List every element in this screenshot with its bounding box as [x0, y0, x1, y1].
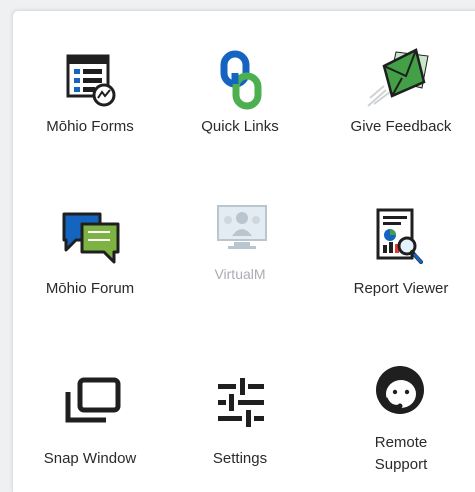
tile-settings[interactable]: Settings [170, 370, 310, 470]
tile-label: VirtualM [214, 266, 266, 282]
tile-label: Give Feedback [350, 118, 452, 135]
tile-mohio-forum[interactable]: Mōhio Forum [20, 204, 160, 304]
give-feedback-icon [367, 48, 429, 107]
tile-label: Remote Support [330, 432, 472, 476]
forum-icon [62, 212, 120, 264]
settings-icon [218, 378, 264, 427]
tile-label: Report Viewer [353, 280, 449, 297]
tile-label: Mōhio Forum [45, 280, 135, 297]
tile-label: Mōhio Forms [46, 118, 134, 135]
tile-quick-links[interactable]: Quick Links [170, 44, 310, 144]
report-viewer-icon [376, 208, 423, 264]
quick-links-icon [220, 50, 262, 110]
tile-report-viewer[interactable]: Report Viewer [330, 204, 472, 304]
tile-label: Quick Links [201, 118, 279, 135]
virtual-meeting-icon [217, 205, 267, 249]
tile-label: Settings [212, 450, 268, 467]
forms-icon [66, 54, 116, 107]
tile-label: Snap Window [43, 450, 137, 467]
tile-label-line-1: Remote [374, 434, 428, 451]
tile-mohio-forms[interactable]: Mōhio Forms [20, 44, 160, 144]
remote-support-icon [376, 366, 424, 414]
tile-label-line-2: Support [374, 456, 428, 473]
tile-virtualm: VirtualM [170, 200, 310, 300]
tile-give-feedback[interactable]: Give Feedback [330, 44, 472, 144]
snap-window-icon [65, 377, 121, 423]
tile-remote-support[interactable]: Remote Support [330, 362, 472, 473]
tile-snap-window[interactable]: Snap Window [20, 370, 160, 470]
